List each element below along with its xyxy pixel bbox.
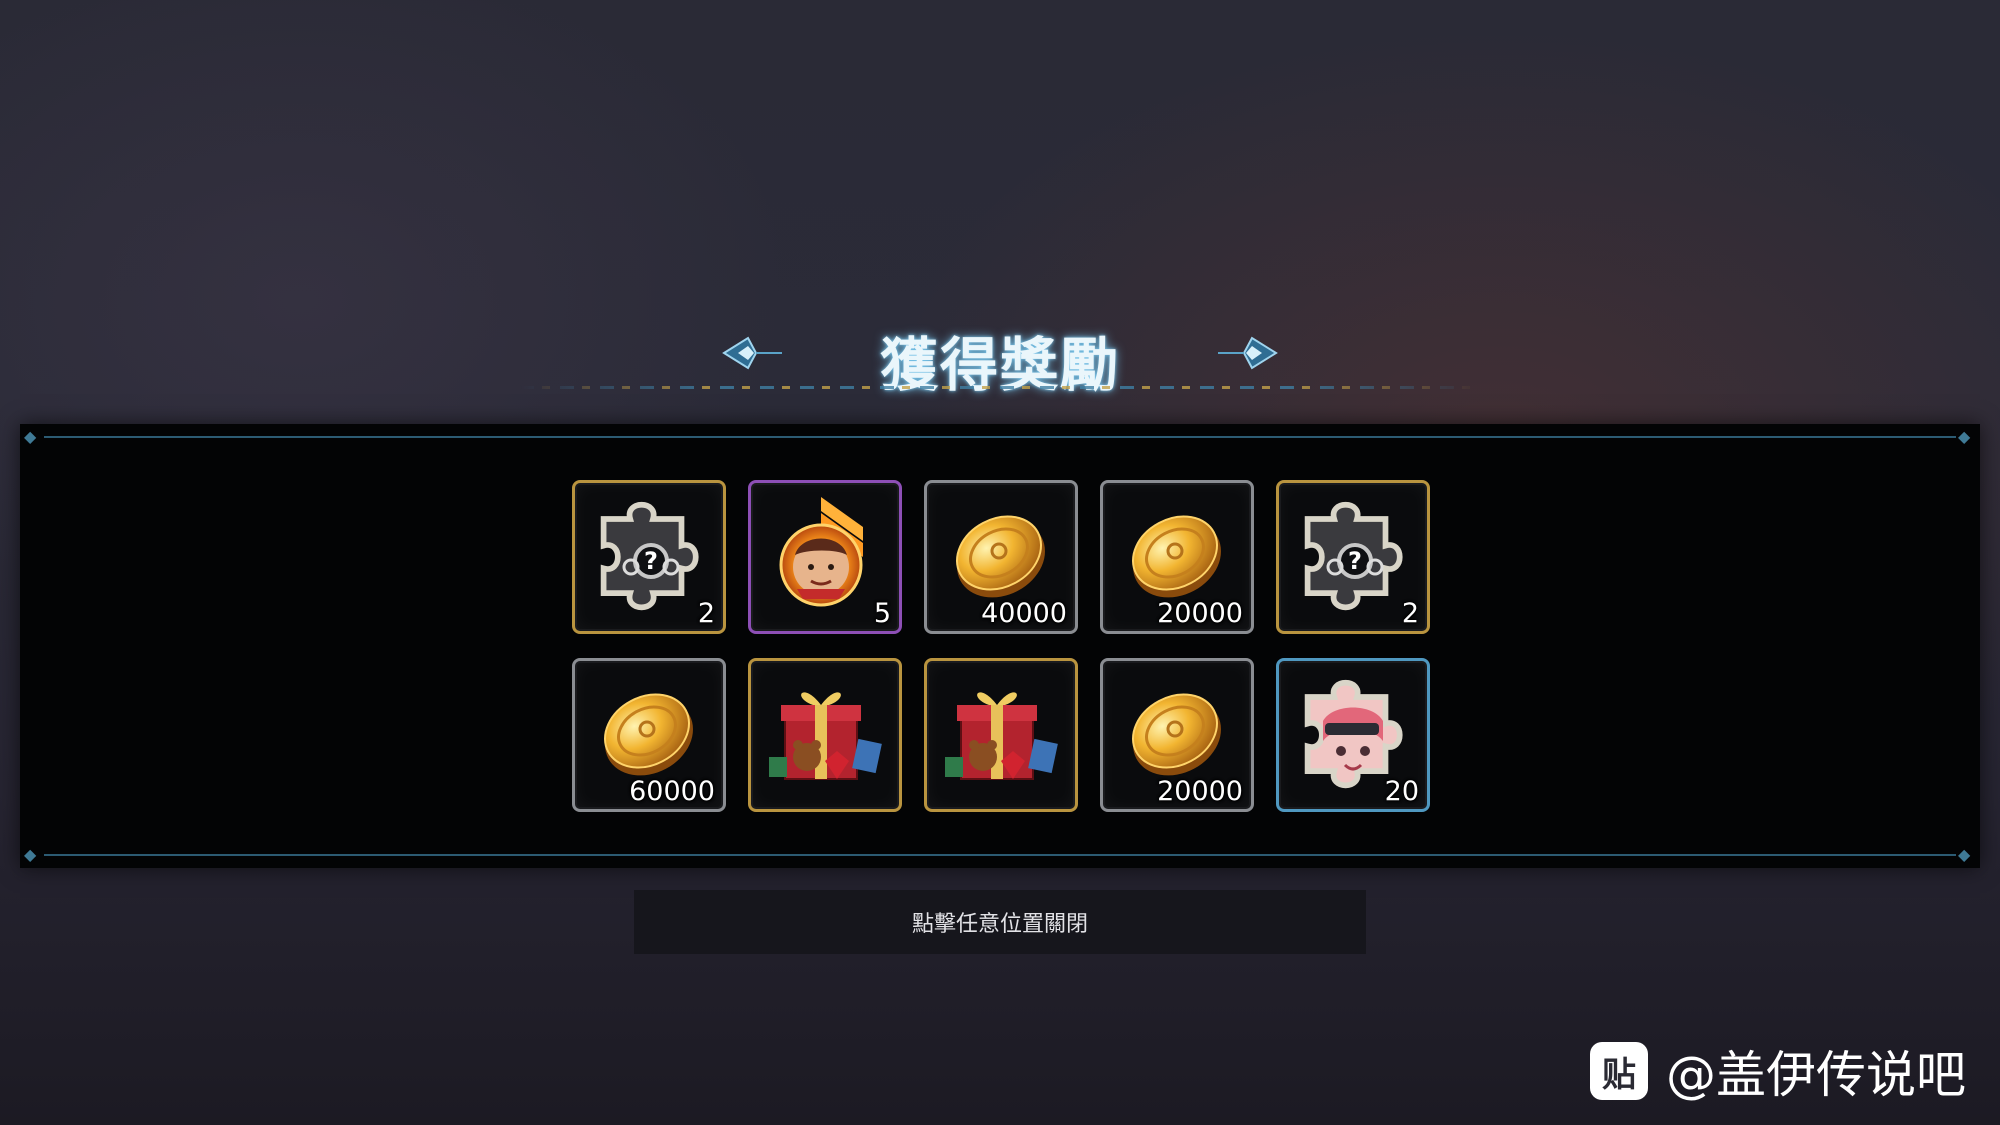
title-divider — [520, 386, 1480, 389]
reward-count: 5 — [873, 598, 891, 629]
reward-count: 20 — [1384, 776, 1419, 807]
reward-tile[interactable]: 40000 — [924, 480, 1078, 634]
corner-ornament-icon: ◆ — [24, 427, 37, 446]
reward-header: 獲得獎勵 — [0, 300, 2000, 400]
watermark: 贴 @盖伊传说吧 — [1590, 1036, 1966, 1106]
reward-tile[interactable]: 60000 — [572, 658, 726, 812]
reward-grid: ? 2 5 40000 20000 ? 2 60000 20000 20 — [572, 480, 1430, 812]
corner-ornament-icon: ◆ — [24, 845, 37, 864]
reward-tile[interactable]: 5 — [748, 480, 902, 634]
reward-count: 2 — [1401, 598, 1419, 629]
reward-tile[interactable]: 20000 — [1100, 658, 1254, 812]
reward-count: 40000 — [981, 598, 1067, 629]
reward-count: 2 — [697, 598, 715, 629]
corner-ornament-icon: ◆ — [1958, 427, 1971, 446]
reward-count: 60000 — [629, 776, 715, 807]
panel-bottom-border — [44, 854, 1956, 856]
close-hint-bar[interactable]: 點擊任意位置關閉 — [634, 890, 1366, 954]
corner-ornament-icon: ◆ — [1958, 845, 1971, 864]
tieba-logo-icon: 贴 — [1590, 1042, 1648, 1100]
reward-count: 20000 — [1157, 776, 1243, 807]
dialog-title: 獲得獎勵 — [879, 331, 1120, 399]
reward-tile[interactable]: ? 2 — [1276, 480, 1430, 634]
watermark-text: @盖伊传说吧 — [1666, 1046, 1966, 1104]
reward-count: 20000 — [1157, 598, 1243, 629]
reward-tile[interactable] — [748, 658, 902, 812]
panel-top-border — [44, 436, 1956, 438]
svg-text:?: ? — [1348, 547, 1362, 575]
close-hint-text: 點擊任意位置關閉 — [911, 912, 1088, 937]
reward-panel: ◆ ◆ ◆ ◆ ? 2 5 40000 20000 ? 2 60000 2000… — [20, 424, 1980, 868]
reward-tile[interactable] — [924, 658, 1078, 812]
right-ornament-icon — [1218, 336, 1278, 370]
reward-tile[interactable]: 20 — [1276, 658, 1430, 812]
reward-tile[interactable]: ? 2 — [572, 480, 726, 634]
reward-tile[interactable]: 20000 — [1100, 480, 1254, 634]
svg-text:?: ? — [644, 547, 658, 575]
